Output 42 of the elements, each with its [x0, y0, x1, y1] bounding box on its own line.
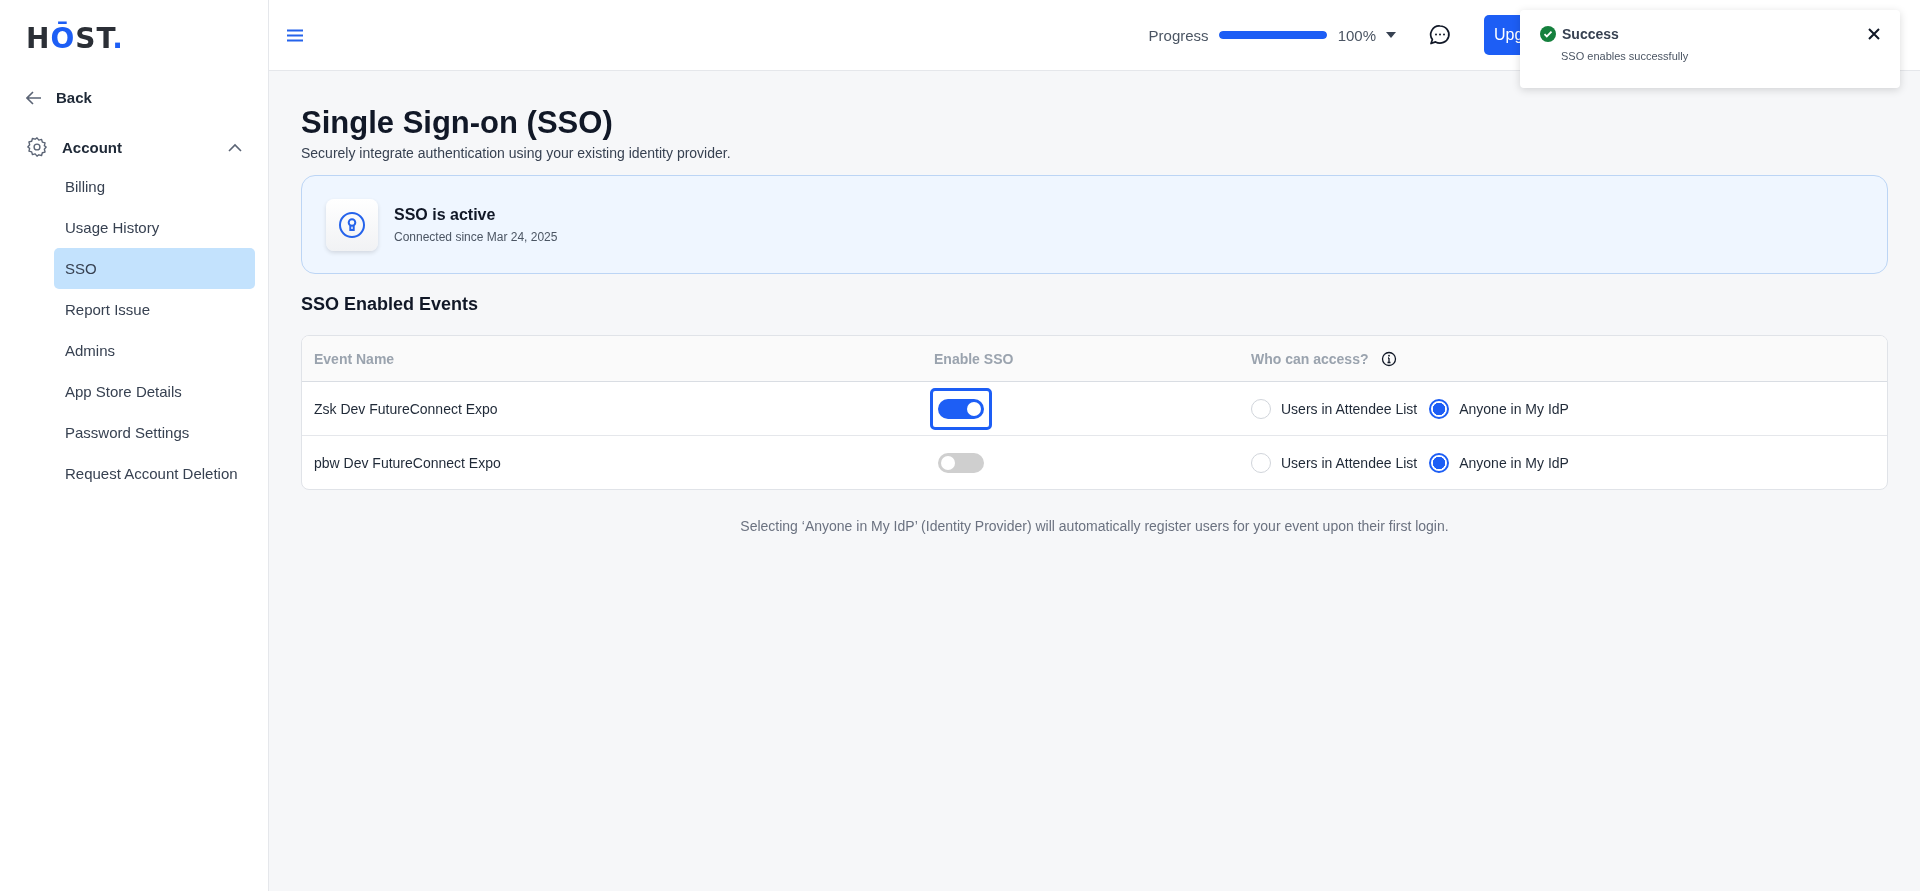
- toggle-switch[interactable]: [938, 452, 984, 473]
- close-icon[interactable]: [1868, 28, 1880, 40]
- menu-icon[interactable]: [287, 28, 303, 42]
- status-title: SSO is active: [394, 205, 497, 224]
- sidebar-item[interactable]: App Store Details: [54, 371, 255, 412]
- page-subtitle: Securely integrate authentication using your existing identity provider.: [301, 145, 732, 161]
- event-name: Zsk Dev FutureConnect Expo: [314, 400, 498, 417]
- toggle-switch[interactable]: [938, 398, 984, 419]
- sidebar-item[interactable]: Usage History: [54, 207, 255, 248]
- arrow-left-icon: [26, 90, 42, 105]
- sidebar-item[interactable]: Admins: [54, 330, 255, 371]
- chevron-icon: [228, 142, 242, 152]
- page-title: Single Sign-on (SSO): [301, 105, 614, 141]
- column-header: Enable SSO: [934, 350, 1014, 367]
- sidebar-item[interactable]: Request Account Deletion: [54, 453, 255, 494]
- sidebar-item[interactable]: SSO: [54, 248, 255, 289]
- sidebar-item[interactable]: Report Issue: [54, 289, 255, 330]
- column-header: Who can access?: [1251, 350, 1369, 367]
- access-radio[interactable]: Anyone in My IdP: [1429, 452, 1569, 473]
- caret-icon[interactable]: [1386, 32, 1396, 38]
- footnote: Selecting ‘Anyone in My IdP’ (Identity Provider) will automatically register users for your event upon their first login.: [739, 518, 1450, 534]
- logo: HŌST.: [26, 22, 124, 55]
- progress-label: Progress: [1148, 26, 1209, 44]
- status-detail: Connected since Mar 24, 2025: [394, 229, 558, 244]
- access-radio[interactable]: Anyone in My IdP: [1429, 398, 1569, 419]
- event-name: pbw Dev FutureConnect Expo: [314, 454, 501, 471]
- progress-value: 100%: [1337, 26, 1376, 44]
- check-circle-icon: [1540, 26, 1556, 42]
- access-radio[interactable]: Users in Attendee List: [1251, 452, 1418, 473]
- gear-icon: [26, 136, 48, 158]
- info-icon[interactable]: [1380, 350, 1397, 367]
- sidebar-item[interactable]: Billing: [54, 166, 255, 207]
- column-header: Event Name: [314, 350, 395, 367]
- back-link[interactable]: Back: [26, 89, 92, 106]
- access-radio[interactable]: Users in Attendee List: [1251, 398, 1418, 419]
- chat-icon[interactable]: [1428, 23, 1452, 47]
- account-section[interactable]: Account: [26, 132, 242, 162]
- toast-message: SSO enables successfully: [1561, 50, 1690, 62]
- sidebar-item[interactable]: Password Settings: [54, 412, 255, 453]
- lock-icon: [326, 198, 378, 251]
- toast-title: Success: [1562, 26, 1619, 42]
- section-title: SSO Enabled Events: [301, 294, 480, 315]
